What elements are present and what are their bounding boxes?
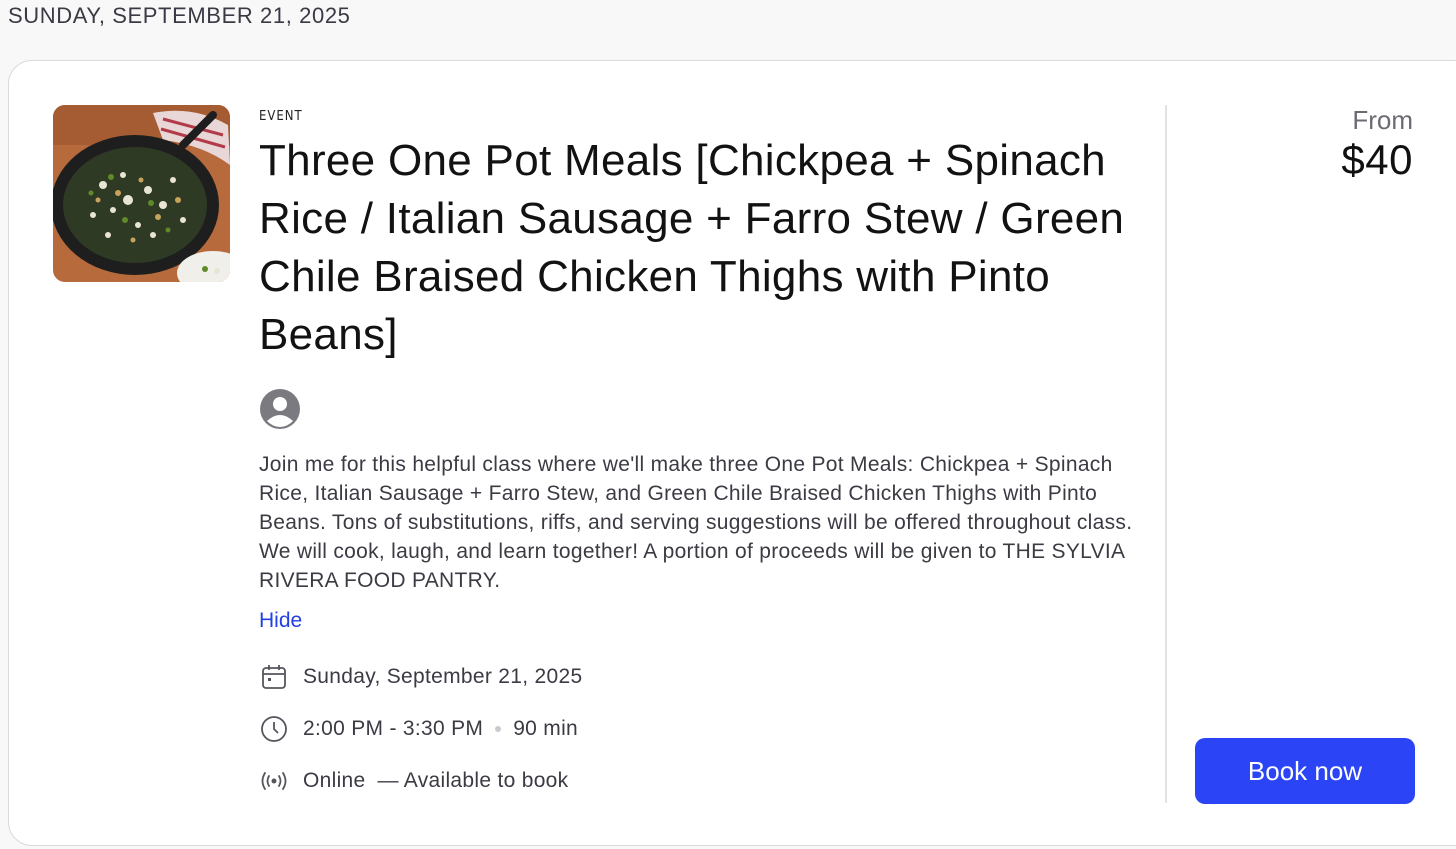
event-date: Sunday, September 21, 2025 [303, 665, 583, 688]
event-title[interactable]: Three One Pot Meals [Chickpea + Spinach … [259, 132, 1139, 364]
event-description: Join me for this helpful class where we'… [259, 453, 1133, 592]
event-date-row: Sunday, September 21, 2025 [259, 659, 1139, 695]
date-heading: SUNDAY, SEPTEMBER 21, 2025 [8, 3, 351, 28]
event-location-row: Online — Available to book [259, 763, 1139, 799]
price-value: $40 [1341, 136, 1413, 183]
event-content: EVENT Three One Pot Meals [Chickpea + Sp… [259, 101, 1139, 815]
separator-dot [495, 726, 502, 732]
event-duration: 90 min [513, 717, 579, 740]
book-now-button[interactable]: Book now [1195, 738, 1415, 804]
event-time: 2:00 PM - 3:30 PM [303, 717, 484, 740]
broadcast-icon [259, 766, 289, 796]
hide-description-link[interactable]: Hide [259, 609, 302, 633]
event-meta: Sunday, September 21, 2025 2:00 PM - 3:3… [259, 659, 1139, 799]
event-type-label: EVENT [259, 109, 303, 124]
clock-icon [259, 714, 289, 744]
food-photo-skillet-icon [53, 105, 230, 282]
event-location: Online [303, 769, 366, 792]
page: SUNDAY, SEPTEMBER 21, 2025 EVENT Three O… [0, 0, 1456, 849]
event-card: EVENT Three One Pot Meals [Chickpea + Sp… [8, 60, 1456, 846]
event-time-row: 2:00 PM - 3:30 PM 90 min [259, 711, 1139, 747]
event-availability: — Available to book [377, 769, 569, 792]
price-from-label: From [1352, 105, 1413, 135]
calendar-icon [259, 662, 289, 692]
price-block: From $40 [1341, 105, 1413, 184]
event-thumbnail[interactable] [53, 105, 230, 282]
user-avatar-icon[interactable] [259, 388, 301, 430]
vertical-divider [1165, 105, 1167, 803]
